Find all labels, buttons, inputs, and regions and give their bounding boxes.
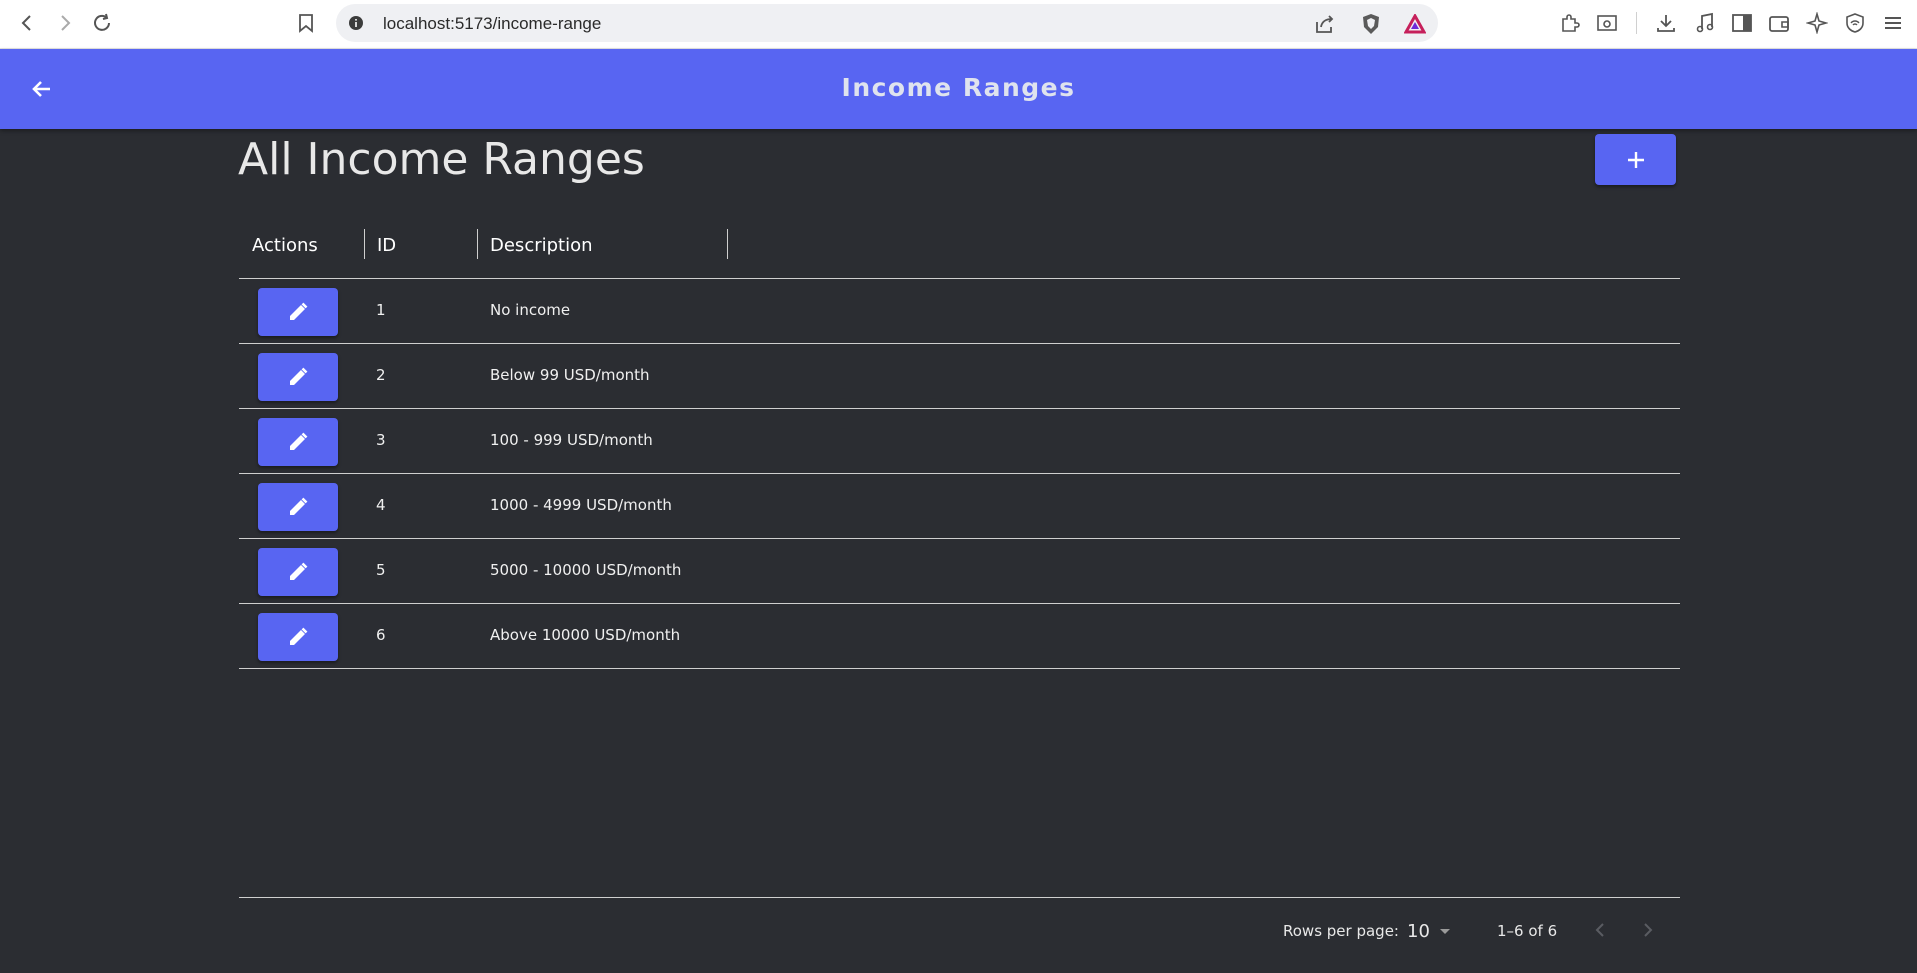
- chevron-right-icon: [1644, 923, 1653, 937]
- add-income-range-button[interactable]: [1595, 134, 1676, 185]
- app-bar: Income Ranges: [0, 49, 1917, 129]
- pencil-icon: [290, 367, 308, 385]
- cell-id: 1: [376, 301, 386, 319]
- vpn-icon[interactable]: [1842, 10, 1868, 36]
- table-row: 4 1000 - 4999 USD/month: [239, 474, 1680, 539]
- table-row: 3 100 - 999 USD/month: [239, 409, 1680, 474]
- reader-mode-icon[interactable]: [1594, 10, 1620, 36]
- extensions-icon[interactable]: [1557, 10, 1583, 36]
- table-row: 2 Below 99 USD/month: [239, 344, 1680, 409]
- column-separator[interactable]: [477, 229, 478, 259]
- edit-button[interactable]: [258, 613, 338, 661]
- cell-description: Below 99 USD/month: [490, 366, 650, 384]
- rows-per-page-label: Rows per page:: [1283, 922, 1399, 940]
- music-icon[interactable]: [1692, 10, 1718, 36]
- pencil-icon: [290, 627, 308, 645]
- column-header-id[interactable]: ID: [377, 235, 396, 256]
- table-header: Actions ID Description: [239, 220, 1680, 279]
- rows-per-page-value: 10: [1407, 920, 1430, 942]
- pencil-icon: [290, 432, 308, 450]
- pagination-range: 1–6 of 6: [1497, 922, 1558, 940]
- table-row: 5 5000 - 10000 USD/month: [239, 539, 1680, 604]
- cell-description: 100 - 999 USD/month: [490, 431, 653, 449]
- cell-description: 5000 - 10000 USD/month: [490, 561, 682, 579]
- brave-rewards-icon[interactable]: [1402, 11, 1428, 37]
- edit-button[interactable]: [258, 483, 338, 531]
- edit-button[interactable]: [258, 353, 338, 401]
- edit-button[interactable]: [258, 288, 338, 336]
- bookmark-icon[interactable]: [293, 10, 319, 36]
- cell-description: Above 10000 USD/month: [490, 626, 681, 644]
- rows-per-page-select[interactable]: 10: [1407, 918, 1457, 944]
- browser-toolbar: localhost:5173/income-range: [0, 0, 1917, 49]
- table-row: 6 Above 10000 USD/month: [239, 604, 1680, 669]
- cell-description: No income: [490, 301, 571, 319]
- column-separator[interactable]: [727, 229, 728, 259]
- edit-button[interactable]: [258, 548, 338, 596]
- menu-icon[interactable]: [1880, 10, 1906, 36]
- brave-shield-icon[interactable]: [1358, 11, 1384, 37]
- column-header-actions[interactable]: Actions: [252, 235, 318, 256]
- share-icon[interactable]: [1312, 11, 1338, 37]
- site-info-icon[interactable]: [346, 13, 366, 33]
- previous-page-button[interactable]: [1582, 912, 1618, 948]
- dropdown-arrow-icon: [1439, 929, 1450, 934]
- pencil-icon: [290, 302, 308, 320]
- page-title: All Income Ranges: [238, 134, 645, 185]
- table-footer-divider: [239, 897, 1680, 898]
- browser-back-icon[interactable]: [14, 10, 40, 36]
- pencil-icon: [290, 497, 308, 515]
- downloads-icon[interactable]: [1653, 10, 1679, 36]
- cell-id: 4: [376, 496, 386, 514]
- browser-forward-icon[interactable]: [52, 10, 78, 36]
- address-bar[interactable]: localhost:5173/income-range: [336, 4, 1438, 42]
- pencil-icon: [290, 562, 308, 580]
- wallet-icon[interactable]: [1766, 10, 1792, 36]
- cell-id: 5: [376, 561, 386, 579]
- plus-icon: [1627, 151, 1644, 168]
- next-page-button[interactable]: [1630, 912, 1666, 948]
- cell-id: 3: [376, 431, 386, 449]
- cell-description: 1000 - 4999 USD/month: [490, 496, 672, 514]
- edit-button[interactable]: [258, 418, 338, 466]
- income-ranges-table: Actions ID Description 1 No income 2 Bel…: [239, 220, 1680, 973]
- column-separator[interactable]: [364, 229, 365, 259]
- cell-id: 2: [376, 366, 386, 384]
- app-title: Income Ranges: [841, 73, 1076, 102]
- leo-ai-icon[interactable]: [1804, 10, 1830, 36]
- column-header-description[interactable]: Description: [490, 235, 593, 256]
- url-text: localhost:5173/income-range: [383, 14, 602, 33]
- browser-reload-icon[interactable]: [89, 10, 115, 36]
- toolbar-divider: [1636, 12, 1637, 34]
- sidebar-icon[interactable]: [1729, 10, 1755, 36]
- cell-id: 6: [376, 626, 386, 644]
- chevron-left-icon: [1595, 923, 1604, 937]
- table-row: 1 No income: [239, 279, 1680, 344]
